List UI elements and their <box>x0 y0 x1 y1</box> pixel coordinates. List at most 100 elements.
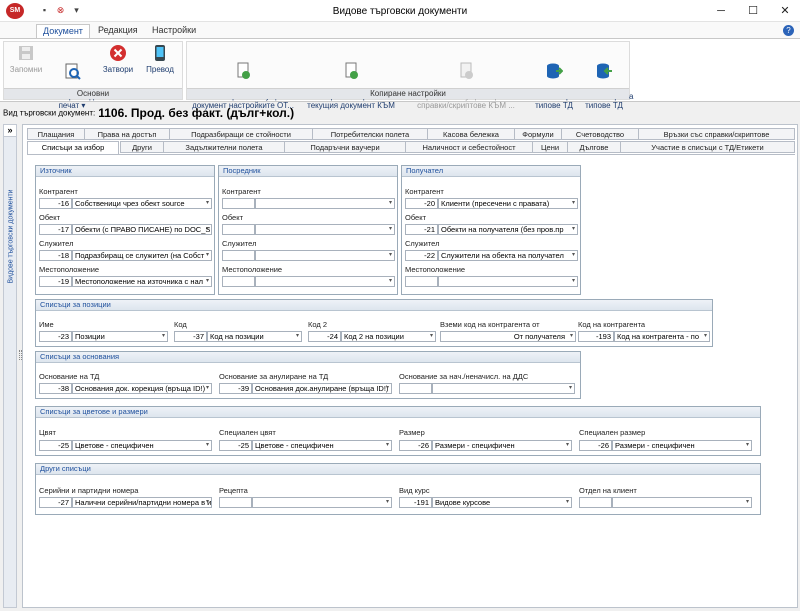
rate-type-select[interactable]: Видове курсове ▾ <box>432 497 572 508</box>
tab-user-fields[interactable]: Потребителски полета <box>312 128 428 140</box>
special-color-id-input[interactable]: -25 <box>219 440 252 451</box>
code2-id-input[interactable]: -24 <box>308 331 341 342</box>
object-select[interactable]: ▾ <box>255 224 395 235</box>
special-size-select[interactable]: Размери - специфичен ▾ <box>612 440 752 451</box>
doc-ground-id-input[interactable]: -38 <box>39 383 72 394</box>
counterparty-id-input[interactable] <box>222 198 255 209</box>
dropdown-arrow-icon[interactable]: ▾ <box>746 441 749 450</box>
close-window-button[interactable]: Затвори <box>100 44 136 74</box>
employee-select[interactable]: Служители на обекта на получател ▾ <box>438 250 578 261</box>
code-select[interactable]: Код на позиции ▾ <box>207 331 302 342</box>
tab-receipt[interactable]: Касова бележка <box>427 128 515 140</box>
counterparty-code-source-select[interactable]: От получателя ▾ <box>440 331 576 342</box>
dropdown-arrow-icon[interactable]: ▾ <box>566 498 569 507</box>
size-select[interactable]: Размери - специфичен ▾ <box>432 440 572 451</box>
dropdown-arrow-icon[interactable]: ▾ <box>206 384 209 393</box>
dropdown-arrow-icon[interactable]: ▾ <box>569 384 572 393</box>
object-id-input[interactable]: -17 <box>39 224 72 235</box>
remember-button[interactable]: Запомни <box>8 44 44 74</box>
tab-default-values[interactable]: Подразбиращи се стойности <box>169 128 313 140</box>
dropdown-arrow-icon[interactable]: ▾ <box>572 225 575 234</box>
counterparty-select[interactable]: Клиенти (пресечени с правата) ▾ <box>438 198 578 209</box>
dropdown-arrow-icon[interactable]: ▾ <box>206 277 209 286</box>
vat-ground-id-input[interactable] <box>399 383 432 394</box>
employee-id-input[interactable]: -18 <box>39 250 72 261</box>
name-id-input[interactable]: -23 <box>39 331 72 342</box>
color-id-input[interactable]: -25 <box>39 440 72 451</box>
dropdown-arrow-icon[interactable]: ▾ <box>746 498 749 507</box>
counterparty-id-input[interactable]: -20 <box>405 198 438 209</box>
tab-report-links[interactable]: Връзки със справки/скриптове <box>638 128 795 140</box>
translate-button[interactable]: Превод <box>142 44 178 74</box>
recipe-id-input[interactable] <box>219 497 252 508</box>
tab-debts[interactable]: Дългове <box>567 141 621 153</box>
tab-formulas[interactable]: Формули <box>514 128 562 140</box>
dropdown-arrow-icon[interactable]: ▾ <box>389 199 392 208</box>
cancel-ground-select[interactable]: Основания док.анулиране (връща ID!) ▾ <box>252 383 392 394</box>
close-button[interactable]: ✕ <box>770 0 800 22</box>
employee-id-input[interactable]: -22 <box>405 250 438 261</box>
special-color-select[interactable]: Цветове - специфичен ▾ <box>252 440 392 451</box>
dropdown-arrow-icon[interactable]: ▾ <box>570 332 573 341</box>
copy-to-button[interactable]: Копирай настройките от текущия документ … <box>299 44 403 119</box>
rate-type-id-input[interactable]: -191 <box>399 497 432 508</box>
dropdown-arrow-icon[interactable]: ▾ <box>296 332 299 341</box>
location-id-input[interactable] <box>222 276 255 287</box>
location-select[interactable]: ▾ <box>438 276 578 287</box>
location-id-input[interactable] <box>405 276 438 287</box>
expand-sidebar-button[interactable]: » <box>4 125 16 137</box>
dropdown-arrow-icon[interactable]: ▾ <box>386 441 389 450</box>
dropdown-arrow-icon[interactable]: ▾ <box>704 332 707 341</box>
object-id-input[interactable] <box>222 224 255 235</box>
dropdown-arrow-icon[interactable]: ▾ <box>386 384 389 393</box>
dropdown-arrow-icon[interactable]: ▾ <box>572 251 575 260</box>
name-select[interactable]: Позиции ▾ <box>72 331 168 342</box>
tab-other[interactable]: Други <box>120 141 164 153</box>
dropdown-arrow-icon[interactable]: ▾ <box>206 225 209 234</box>
code-id-input[interactable]: -37 <box>174 331 207 342</box>
employee-select[interactable]: Подразбиращ се служител (на Собст ▾ <box>72 250 212 261</box>
client-department-select[interactable]: ▾ <box>612 497 752 508</box>
counterparty-code-select[interactable]: Код на контрагента - по ▾ <box>614 331 710 342</box>
tab-document[interactable]: Документ <box>36 24 90 38</box>
cancel-ground-id-input[interactable]: -39 <box>219 383 252 394</box>
counterparty-id-input[interactable]: -16 <box>39 198 72 209</box>
tab-access-rights[interactable]: Права на достъп <box>84 128 170 140</box>
object-select[interactable]: Обекти на получателя (без пров.пр ▾ <box>438 224 578 235</box>
sidebar-doc-types[interactable]: » Видове търговски документи <box>3 124 17 608</box>
maximize-button[interactable]: ☐ <box>738 0 768 22</box>
tab-settings[interactable]: Настройки <box>146 24 202 38</box>
dropdown-arrow-icon[interactable]: ▾ <box>566 441 569 450</box>
export-doc-types-button[interactable]: Експорт на типове ТД <box>531 44 585 119</box>
dropdown-arrow-icon[interactable]: ▾ <box>162 332 165 341</box>
dropdown-arrow-icon[interactable]: ▾ <box>206 498 209 507</box>
location-id-input[interactable]: -19 <box>39 276 72 287</box>
dropdown-arrow-icon[interactable]: ▾ <box>206 441 209 450</box>
recipe-select[interactable]: ▾ <box>252 497 392 508</box>
tab-gift-vouchers[interactable]: Подаръчни ваучери <box>284 141 406 153</box>
tab-payments[interactable]: Плащания <box>27 128 85 140</box>
counterparty-code-id-input[interactable]: -193 <box>578 331 614 342</box>
tab-accounting[interactable]: Счетоводство <box>561 128 639 140</box>
doc-ground-select[interactable]: Основания док. корекция (връща ID!) ▾ <box>72 383 212 394</box>
location-select[interactable]: Местоположение на източника с нал ▾ <box>72 276 212 287</box>
object-select[interactable]: Обекти (с ПРАВО ПИСАНЕ) по DOC_S ▾ <box>72 224 212 235</box>
tab-list-participation[interactable]: Участие в списъци с ТД/Етикети <box>620 141 795 153</box>
dropdown-arrow-icon[interactable]: ▾ <box>206 251 209 260</box>
dropdown-arrow-icon[interactable]: ▾ <box>386 498 389 507</box>
counterparty-select[interactable]: Собственици чрез обект source ▾ <box>72 198 212 209</box>
client-department-id-input[interactable] <box>579 497 612 508</box>
dropdown-arrow-icon[interactable]: ▾ <box>572 199 575 208</box>
employee-id-input[interactable] <box>222 250 255 261</box>
tab-availability-cost[interactable]: Наличност и себестойност <box>405 141 533 153</box>
import-doc-types-button[interactable]: Импорт на типове ТД <box>581 44 633 119</box>
object-id-input[interactable]: -21 <box>405 224 438 235</box>
serial-numbers-select[interactable]: Налични серийни/партидни номера в и ▾ <box>72 497 212 508</box>
tab-required-fields[interactable]: Задължителни полета <box>163 141 285 153</box>
serial-numbers-id-input[interactable]: -27 <box>39 497 72 508</box>
help-icon[interactable]: ? <box>783 25 794 36</box>
dropdown-arrow-icon[interactable]: ▾ <box>389 277 392 286</box>
minimize-button[interactable]: ─ <box>706 0 736 22</box>
special-size-id-input[interactable]: -26 <box>579 440 612 451</box>
vat-ground-select[interactable]: ▾ <box>432 383 575 394</box>
